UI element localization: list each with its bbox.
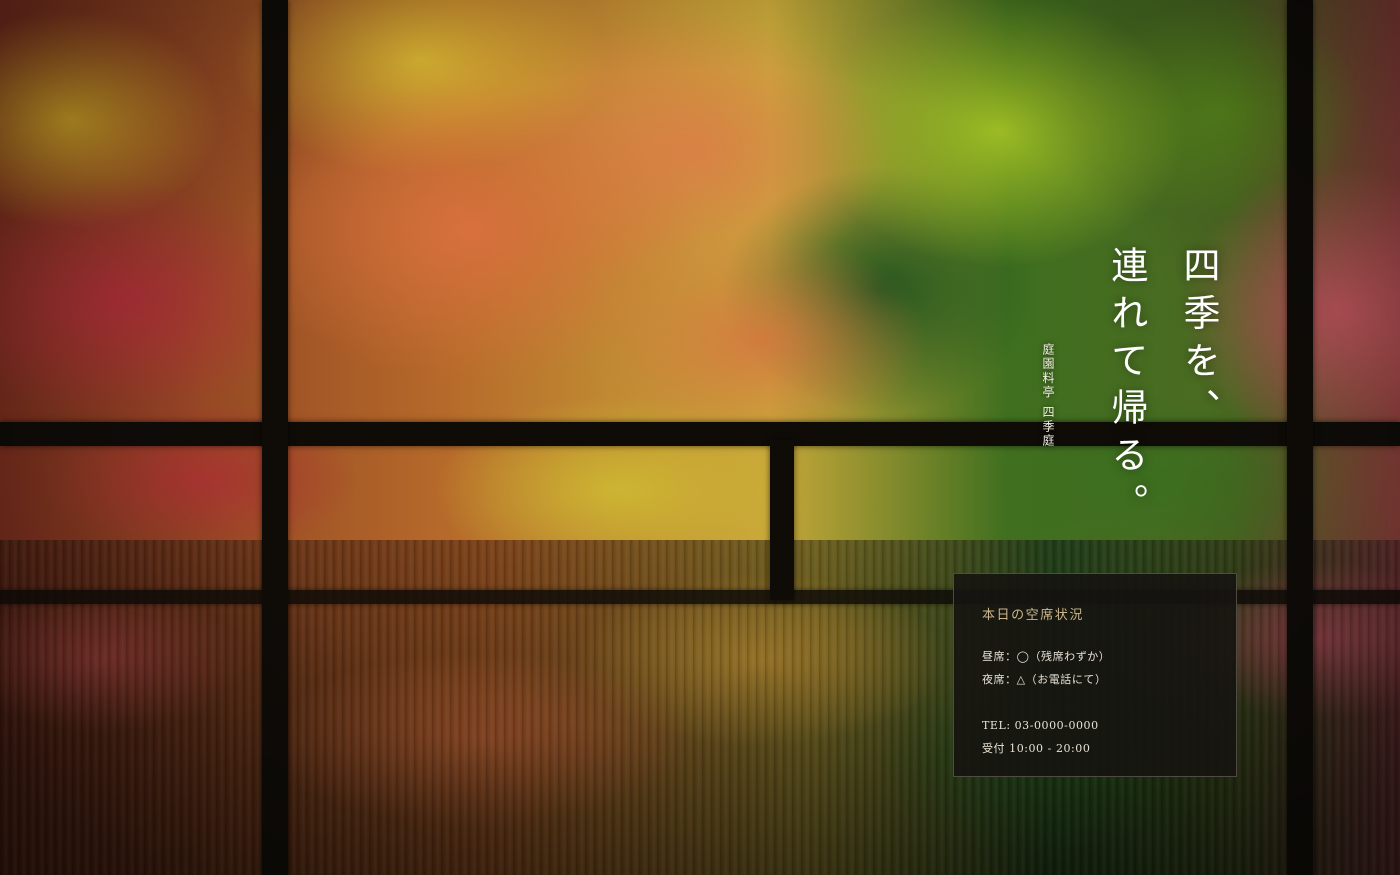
phone-number[interactable]: TEL: 03-0000-0000 xyxy=(982,714,1208,737)
restaurant-name: 庭園料亭 四季庭 xyxy=(1041,343,1055,449)
hero-section: 四季を、 連れて帰る。 庭園料亭 四季庭 本日の空席状況 昼席：◯（残席わずか）… xyxy=(0,0,1400,875)
window-frame-post-right xyxy=(1287,0,1313,875)
reception-hours: 受付 10:00 - 20:00 xyxy=(982,742,1091,755)
panel-spacer xyxy=(982,691,1208,714)
window-frame-post-left xyxy=(262,0,288,875)
hero-catchphrase: 四季を、 連れて帰る。 xyxy=(1090,246,1234,530)
catch-line-1: 四季を、 xyxy=(1177,246,1220,436)
window-frame-post-center xyxy=(770,440,794,600)
dinner-availability: 夜席：△（お電話にて） xyxy=(982,673,1107,686)
availability-panel: 本日の空席状況 昼席：◯（残席わずか） 夜席：△（お電話にて） TEL: 03-… xyxy=(953,573,1237,777)
lunch-availability: 昼席：◯（残席わずか） xyxy=(982,650,1111,663)
catch-line-2: 連れて帰る。 xyxy=(1104,246,1148,531)
availability-title: 本日の空席状況 xyxy=(982,608,1084,623)
